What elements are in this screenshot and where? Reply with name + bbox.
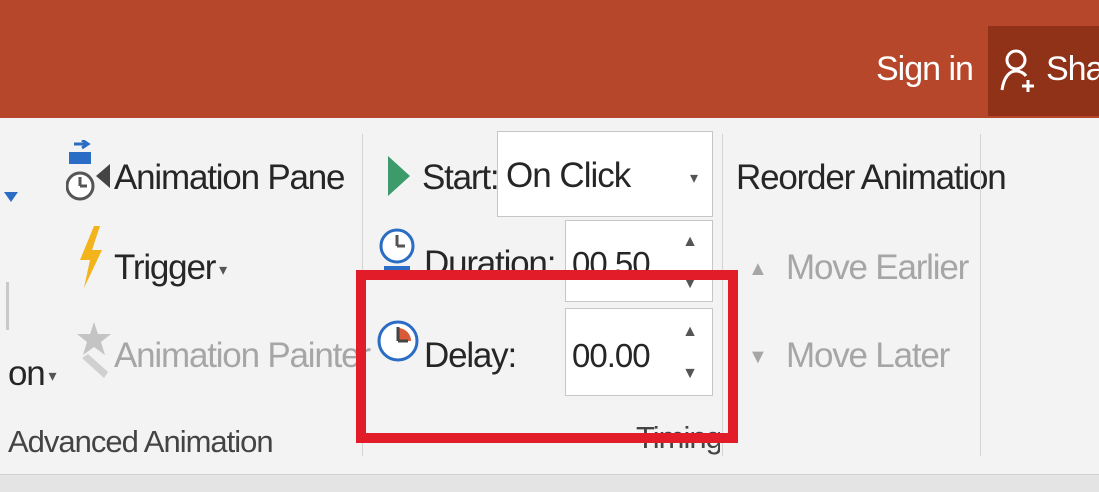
ribbon-bottom-edge bbox=[0, 474, 1099, 492]
move-later-icon: ▼ bbox=[748, 346, 768, 368]
trigger-lightning-icon bbox=[80, 226, 102, 288]
move-earlier-button[interactable]: Move Earlier bbox=[786, 248, 969, 288]
group-separator bbox=[980, 134, 981, 456]
advanced-animation-group-label: Advanced Animation bbox=[8, 424, 274, 459]
share-label: Share bbox=[1046, 50, 1099, 88]
start-label: Start: bbox=[422, 158, 500, 197]
add-animation-arrow-icon bbox=[4, 192, 18, 202]
add-animation-fragment-divider bbox=[6, 282, 9, 330]
animation-pane-button[interactable]: Animation Pane bbox=[114, 158, 346, 198]
sign-in-link[interactable]: Sign in bbox=[876, 50, 974, 89]
animation-painter-icon bbox=[77, 322, 111, 378]
start-dropdown-value: On Click bbox=[506, 156, 631, 195]
chevron-down-icon: ▾ bbox=[689, 170, 698, 187]
add-animation-label: on bbox=[8, 354, 46, 393]
share-button[interactable]: Share bbox=[988, 26, 1099, 116]
share-person-icon bbox=[1000, 49, 1034, 92]
trigger-label: Trigger bbox=[114, 248, 216, 287]
trigger-dropdown-icon: ▾ bbox=[219, 261, 227, 279]
animation-pane-icon bbox=[66, 140, 110, 201]
animation-painter-button[interactable]: Animation Painter bbox=[114, 336, 371, 376]
move-earlier-icon: ▲ bbox=[748, 258, 768, 280]
spin-up-icon[interactable]: ▲ bbox=[682, 233, 698, 251]
delay-highlight-box bbox=[356, 270, 738, 443]
trigger-button[interactable]: Trigger ▾ bbox=[114, 248, 227, 288]
start-play-icon bbox=[388, 156, 410, 196]
start-dropdown[interactable]: On Click ▾ bbox=[497, 131, 713, 217]
add-animation-dropdown-icon: ▾ bbox=[48, 367, 57, 385]
reorder-animation-title: Reorder Animation bbox=[736, 158, 1007, 197]
add-animation-button[interactable]: on ▾ bbox=[8, 354, 57, 394]
move-later-button[interactable]: Move Later bbox=[786, 336, 950, 376]
title-bar: Sign in Share bbox=[0, 0, 1099, 118]
